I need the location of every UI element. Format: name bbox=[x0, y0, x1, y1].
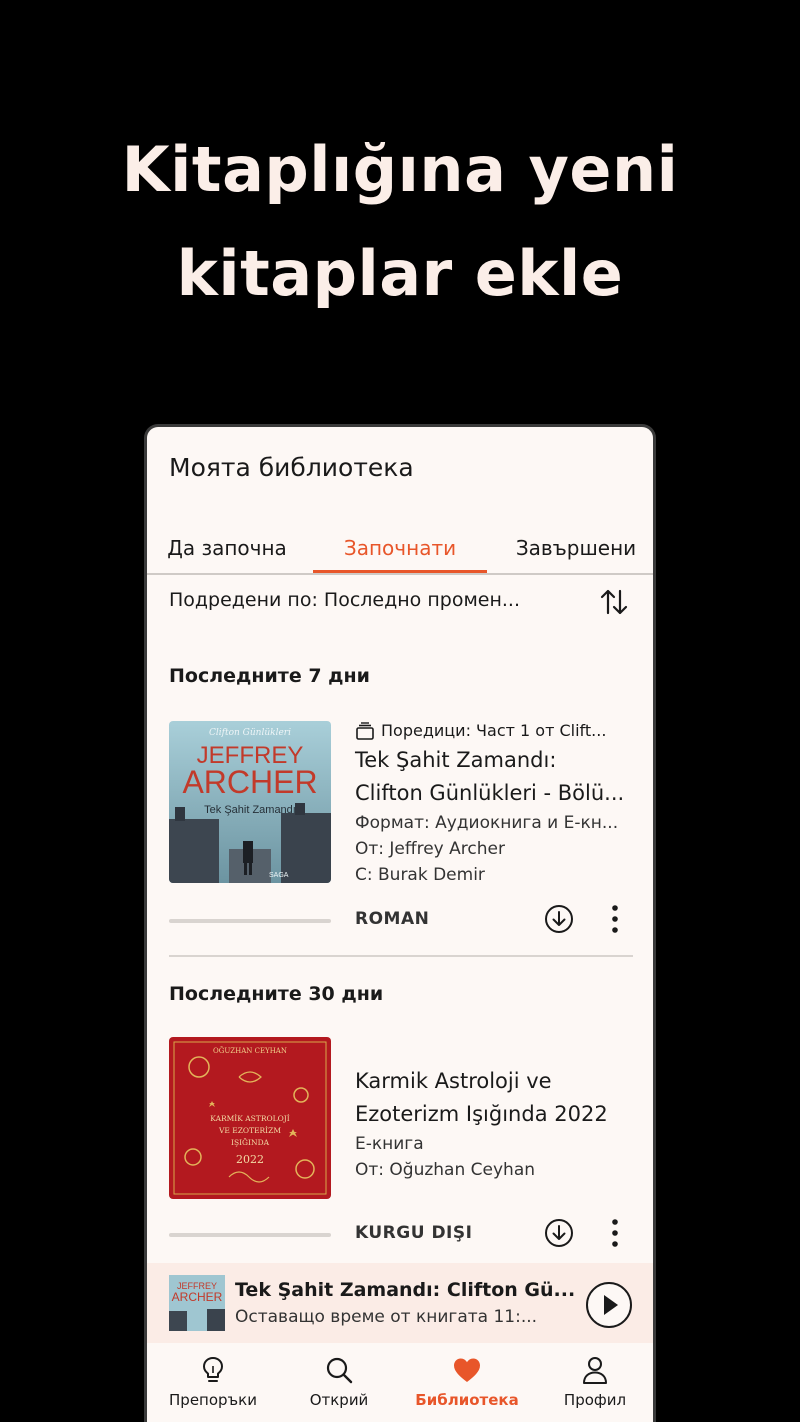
more-options-icon[interactable] bbox=[603, 903, 627, 935]
svg-text:KARMİK ASTROLOJİ: KARMİK ASTROLOJİ bbox=[210, 1114, 289, 1123]
page-title: Моята библиотека bbox=[169, 453, 414, 482]
mini-player-subtitle: Оставащо време от книгата 11:... bbox=[235, 1307, 538, 1327]
progress-bar bbox=[169, 919, 331, 923]
promo-headline: Kitaplığına yeni kitaplar ekle bbox=[0, 118, 800, 326]
sort-label: Подредени по: Последно промен... bbox=[169, 589, 521, 611]
book-title: Karmik Astroloji ve Ezoterizm Işığında 2… bbox=[355, 1069, 608, 1126]
series-line: Поредици: Част 1 от Clift... bbox=[355, 721, 637, 740]
book-title: Tek Şahit Zamandı: Clifton Günlükleri - … bbox=[355, 748, 625, 805]
book-author: От: Jeffrey Archer bbox=[355, 839, 505, 859]
divider bbox=[169, 955, 633, 957]
progress-bar bbox=[169, 1233, 331, 1237]
book-narrator: С: Burak Demir bbox=[355, 865, 485, 885]
tab-to-start[interactable]: Да започна bbox=[147, 523, 307, 573]
series-label: Поредици: Част 1 от Clift... bbox=[381, 721, 607, 740]
book-info: Karmik Astroloji ve Ezoterizm Işığında 2… bbox=[355, 1061, 637, 1183]
genre-label: ROMAN bbox=[355, 909, 430, 929]
book-item-karmik[interactable]: OĞUZHAN CEYHAN KARMİK ASTROLOJİ VE EZOTE… bbox=[169, 1037, 633, 1257]
book-format: Е-книга bbox=[355, 1134, 424, 1154]
mini-player-title: Tek Şahit Zamandı: Clifton Gü... bbox=[235, 1279, 576, 1301]
mini-player[interactable]: JEFFREY ARCHER Tek Şahit Zamandı: Clifto… bbox=[147, 1263, 653, 1343]
mini-player-cover: JEFFREY ARCHER bbox=[169, 1275, 225, 1331]
section-heading-7-days: Последните 7 дни bbox=[169, 665, 370, 687]
svg-text:SAGA: SAGA bbox=[269, 872, 289, 879]
phone-screen: Моята библиотека Да започна Започнати За… bbox=[144, 424, 656, 1422]
tab-started[interactable]: Започнати bbox=[313, 523, 487, 573]
book-cover[interactable]: Clifton Günlükleri JEFFREY ARCHER Tek Şa… bbox=[169, 721, 331, 883]
genre-label: KURGU DIŞI bbox=[355, 1223, 473, 1243]
lightbulb-icon bbox=[203, 1357, 223, 1382]
headline-line-1: Kitaplığına yeni bbox=[121, 133, 679, 206]
section-heading-30-days: Последните 30 дни bbox=[169, 983, 384, 1005]
book-cover[interactable]: OĞUZHAN CEYHAN KARMİK ASTROLOJİ VE EZOTE… bbox=[169, 1037, 331, 1199]
sort-row[interactable]: Подредени по: Последно промен... bbox=[169, 585, 629, 621]
svg-text:ARCHER: ARCHER bbox=[182, 764, 317, 800]
svg-text:IŞIĞINDA: IŞIĞINDA bbox=[231, 1138, 270, 1147]
svg-text:Tek Şahit Zamandı: Tek Şahit Zamandı bbox=[204, 804, 296, 816]
more-options-icon[interactable] bbox=[603, 1217, 627, 1249]
svg-text:Clifton Günlükleri: Clifton Günlükleri bbox=[209, 728, 291, 738]
nav-item-recommendations[interactable]: Препоръки bbox=[149, 1355, 277, 1409]
library-tabs: Да започна Започнати Завършени bbox=[147, 523, 653, 575]
active-tab-indicator bbox=[313, 570, 487, 573]
book-format: Формат: Аудиокнига и Е-кн... bbox=[355, 813, 619, 833]
play-button[interactable] bbox=[585, 1281, 633, 1329]
svg-text:ARCHER: ARCHER bbox=[172, 1290, 223, 1304]
book-actions: ROMAN bbox=[169, 903, 633, 939]
bottom-nav: Препоръки Открий Библиотека Профил bbox=[147, 1343, 653, 1422]
svg-text:OĞUZHAN CEYHAN: OĞUZHAN CEYHAN bbox=[213, 1046, 287, 1055]
book-info: Поредици: Част 1 от Clift... Tek Şahit Z… bbox=[355, 721, 637, 888]
heart-icon bbox=[454, 1358, 480, 1382]
nav-item-profile[interactable]: Профил bbox=[531, 1355, 653, 1409]
sort-icon[interactable] bbox=[597, 585, 631, 619]
download-icon[interactable] bbox=[543, 1217, 575, 1249]
tab-finished[interactable]: Завършени bbox=[493, 523, 653, 573]
nav-item-library[interactable]: Библиотека bbox=[403, 1355, 531, 1409]
series-icon bbox=[356, 721, 374, 740]
profile-icon bbox=[583, 1357, 607, 1384]
search-icon bbox=[326, 1357, 353, 1384]
headline-line-2: kitaplar ekle bbox=[176, 237, 624, 310]
book-author: От: Oğuzhan Ceyhan bbox=[355, 1160, 536, 1180]
nav-item-discover[interactable]: Открий bbox=[275, 1355, 403, 1409]
book-item-tek-sahit[interactable]: Clifton Günlükleri JEFFREY ARCHER Tek Şa… bbox=[169, 721, 633, 941]
book-actions: KURGU DIŞI bbox=[169, 1217, 633, 1253]
svg-text:2022: 2022 bbox=[236, 1153, 264, 1166]
download-icon[interactable] bbox=[543, 903, 575, 935]
svg-text:VE EZOTERİZM: VE EZOTERİZM bbox=[218, 1126, 281, 1135]
